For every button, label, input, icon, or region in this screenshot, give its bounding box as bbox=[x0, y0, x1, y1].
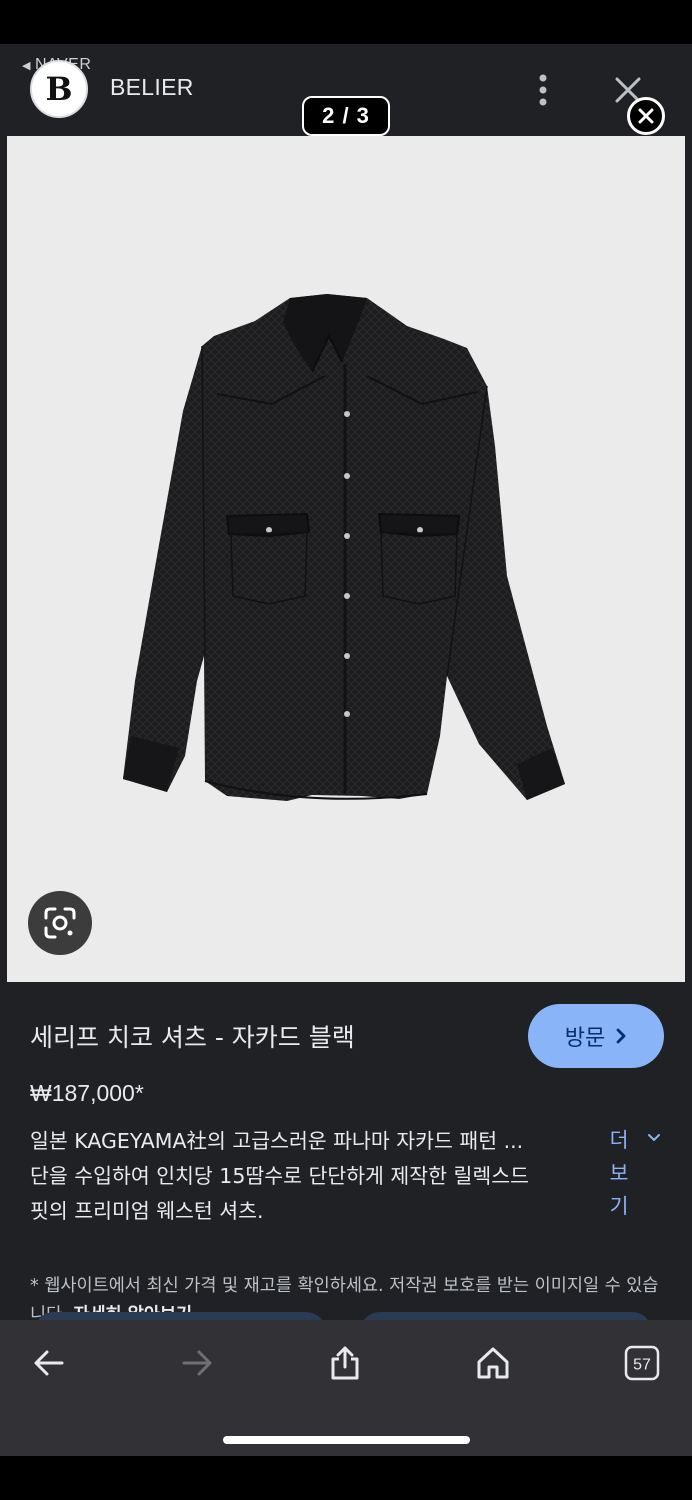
lens-icon bbox=[44, 907, 76, 939]
back-button[interactable] bbox=[24, 1338, 74, 1388]
arrow-right-icon bbox=[182, 1350, 212, 1376]
visit-label: 방문 bbox=[564, 1026, 606, 1051]
product-price: ₩187,000* bbox=[30, 1080, 144, 1106]
product-description: 일본 KAGEYAMA社의 고급스러운 파나마 자카드 패턴 ... 단을 수입… bbox=[30, 1124, 596, 1229]
description-line: 핏의 프리미엄 웨스턴 셔츠. bbox=[30, 1199, 264, 1223]
chevron-right-icon bbox=[616, 1028, 626, 1044]
product-image[interactable] bbox=[7, 136, 685, 982]
arrow-left-icon bbox=[34, 1350, 64, 1376]
product-title[interactable]: 세리프 치코 셔츠 - 자카드 블랙 bbox=[30, 1018, 355, 1054]
description-line: 일본 KAGEYAMA社의 고급스러운 파나마 자카드 패턴 ... bbox=[30, 1129, 524, 1153]
show-more-char: 기 bbox=[609, 1194, 629, 1218]
share-icon bbox=[331, 1346, 359, 1380]
site-logo[interactable]: B bbox=[30, 60, 88, 118]
google-lens-button[interactable] bbox=[28, 891, 92, 955]
show-more-link[interactable]: 더 보 기 bbox=[606, 1124, 632, 1223]
tab-count: 57 bbox=[633, 1357, 651, 1374]
shirt-image bbox=[123, 294, 565, 801]
image-counter: 2 / 3 bbox=[302, 96, 390, 136]
visit-button[interactable]: 방문 bbox=[528, 1004, 664, 1068]
status-bar bbox=[0, 0, 692, 44]
more-vertical-icon bbox=[539, 74, 547, 106]
close-icon bbox=[638, 108, 654, 124]
site-name[interactable]: BELIER bbox=[110, 74, 194, 101]
show-more-char: 보 bbox=[609, 1161, 629, 1185]
home-icon bbox=[477, 1347, 509, 1379]
bottom-strip bbox=[0, 1456, 692, 1500]
more-options-button[interactable] bbox=[528, 70, 558, 110]
share-button[interactable] bbox=[320, 1338, 370, 1388]
dismiss-button[interactable] bbox=[627, 97, 665, 135]
tabs-icon: 57 bbox=[624, 1345, 660, 1381]
show-more-char: 더 bbox=[609, 1128, 629, 1152]
forward-button[interactable] bbox=[172, 1338, 222, 1388]
home-indicator[interactable] bbox=[223, 1436, 470, 1444]
logo-letter: B bbox=[45, 70, 73, 108]
home-button[interactable] bbox=[468, 1338, 518, 1388]
chevron-down-icon[interactable] bbox=[646, 1132, 662, 1144]
back-triangle-icon: ◀ bbox=[22, 60, 31, 72]
description-line: 단을 수입하여 인치당 15땀수로 단단하게 제작한 릴렉스드 bbox=[30, 1164, 529, 1188]
browser-toolbar: 57 bbox=[0, 1320, 692, 1456]
tabs-button[interactable]: 57 bbox=[617, 1338, 667, 1388]
image-viewer: ◀NAVER B BELIER 2 / 3 bbox=[0, 44, 692, 1456]
